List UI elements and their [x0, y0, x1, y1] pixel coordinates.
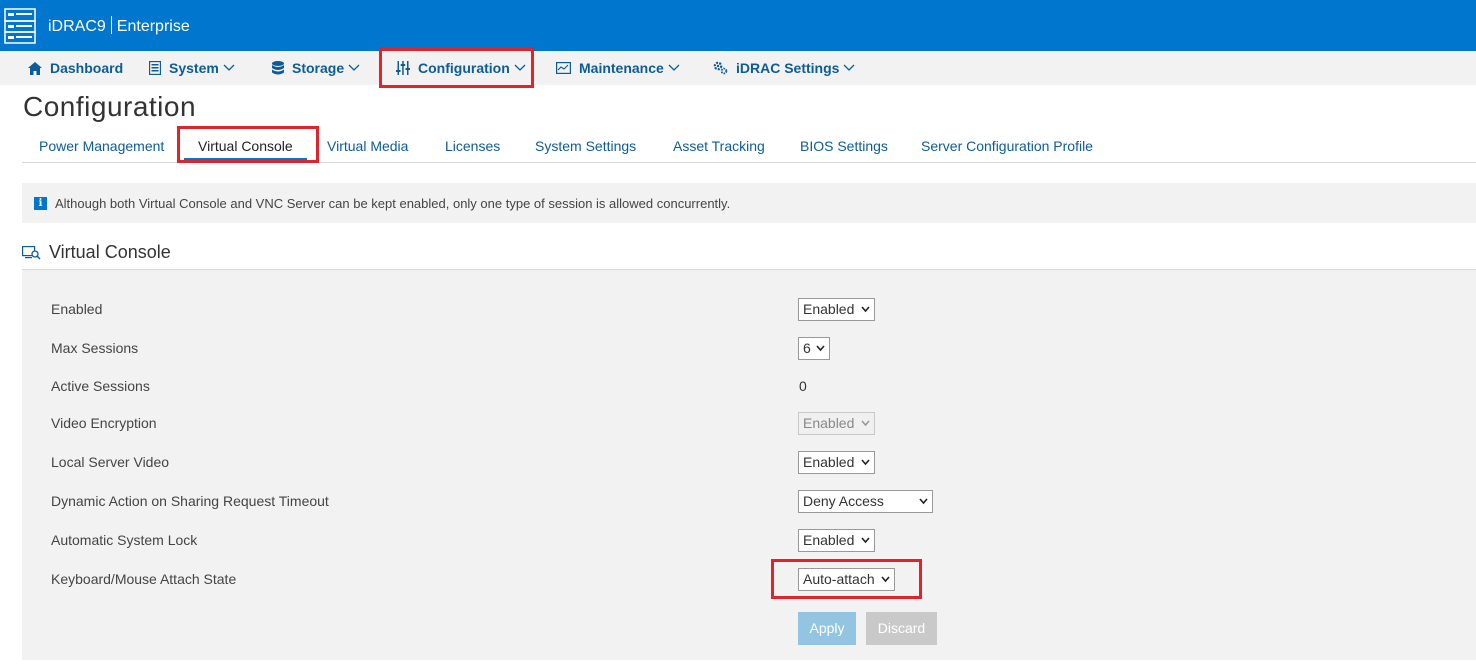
server-icon	[149, 61, 161, 75]
label-enabled: Enabled	[51, 301, 103, 317]
automatic-system-lock-select-value: Enabled	[803, 532, 855, 548]
product-edition: Enterprise	[116, 18, 190, 35]
tab-bios-settings[interactable]: BIOS Settings	[800, 130, 888, 163]
info-icon: i	[34, 196, 47, 210]
discard-button[interactable]: Discard	[866, 612, 937, 645]
nav-idrac-settings[interactable]: iDRAC Settings	[713, 51, 863, 85]
chevron-down-icon	[861, 537, 870, 544]
label-video-encryption: Video Encryption	[51, 415, 157, 431]
nav-storage[interactable]: Storage	[272, 51, 368, 85]
label-dynamic-action: Dynamic Action on Sharing Request Timeou…	[51, 493, 329, 509]
highlight-box-configuration	[379, 48, 534, 88]
tab-asset-tracking[interactable]: Asset Tracking	[673, 130, 765, 163]
label-local-server-video: Local Server Video	[51, 454, 170, 470]
console-search-icon	[22, 245, 41, 260]
tab-system-settings[interactable]: System Settings	[535, 130, 636, 163]
enabled-select-value: Enabled	[803, 301, 855, 317]
dynamic-action-select[interactable]: Deny Access	[798, 490, 933, 513]
tab-server-configuration-profile[interactable]: Server Configuration Profile	[921, 130, 1093, 163]
max-sessions-select[interactable]: 6	[798, 337, 830, 360]
label-automatic-system-lock: Automatic System Lock	[51, 532, 198, 548]
nav-maintenance-label: Maintenance	[579, 60, 664, 76]
server-rack-icon	[4, 8, 36, 44]
monitor-icon	[556, 62, 571, 74]
apply-button[interactable]: Apply	[798, 612, 856, 645]
dynamic-action-select-value: Deny Access	[803, 493, 884, 509]
database-icon	[272, 61, 284, 75]
nav-maintenance[interactable]: Maintenance	[556, 51, 688, 85]
chevron-down-icon	[348, 64, 360, 71]
chevron-down-icon	[861, 420, 870, 427]
highlight-box-keyboard-mouse-attach	[771, 559, 922, 599]
nav-dashboard[interactable]: Dashboard	[28, 51, 123, 85]
product-name: iDRAC9	[48, 18, 106, 35]
chevron-down-icon	[816, 345, 825, 352]
section-title: Virtual Console	[49, 242, 171, 262]
gears-icon	[713, 61, 728, 75]
chevron-down-icon	[668, 64, 680, 71]
chevron-down-icon	[861, 459, 870, 466]
video-encryption-select: Enabled	[798, 412, 875, 435]
tab-licenses[interactable]: Licenses	[445, 130, 500, 163]
automatic-system-lock-select[interactable]: Enabled	[798, 529, 875, 552]
video-encryption-select-value: Enabled	[803, 415, 855, 431]
product-brand: iDRAC9 Enterprise	[48, 16, 190, 36]
page-title: Configuration	[23, 91, 197, 122]
nav-idrac-settings-label: iDRAC Settings	[736, 60, 840, 76]
nav-system[interactable]: System	[149, 51, 243, 85]
active-sessions-value: 0	[799, 378, 807, 394]
main-navigation: Dashboard System Storage Configuration M…	[0, 51, 1476, 85]
home-icon	[28, 61, 42, 75]
highlight-box-virtual-console-tab	[177, 126, 319, 163]
info-banner: i Although both Virtual Console and VNC …	[22, 183, 1476, 223]
virtual-console-settings-panel: Enabled Enabled Max Sessions 6 Active Se…	[22, 270, 1476, 660]
nav-dashboard-label: Dashboard	[50, 60, 124, 76]
brand-divider	[110, 16, 112, 34]
chevron-down-icon	[919, 498, 928, 505]
section-header: Virtual Console	[22, 236, 1476, 270]
label-active-sessions: Active Sessions	[51, 378, 150, 394]
enabled-select[interactable]: Enabled	[798, 298, 875, 321]
label-keyboard-mouse-attach: Keyboard/Mouse Attach State	[51, 571, 237, 587]
label-max-sessions: Max Sessions	[51, 340, 139, 356]
local-server-video-select-value: Enabled	[803, 454, 855, 470]
chevron-down-icon	[223, 64, 235, 71]
info-message: Although both Virtual Console and VNC Se…	[55, 195, 731, 211]
nav-storage-label: Storage	[292, 60, 345, 76]
local-server-video-select[interactable]: Enabled	[798, 451, 875, 474]
tab-virtual-media[interactable]: Virtual Media	[327, 130, 408, 163]
chevron-down-icon	[843, 64, 855, 71]
tab-power-management[interactable]: Power Management	[39, 130, 164, 163]
top-header-bar: iDRAC9 Enterprise	[0, 0, 1476, 51]
max-sessions-select-value: 6	[803, 340, 811, 356]
nav-system-label: System	[169, 60, 219, 76]
chevron-down-icon	[861, 306, 870, 313]
